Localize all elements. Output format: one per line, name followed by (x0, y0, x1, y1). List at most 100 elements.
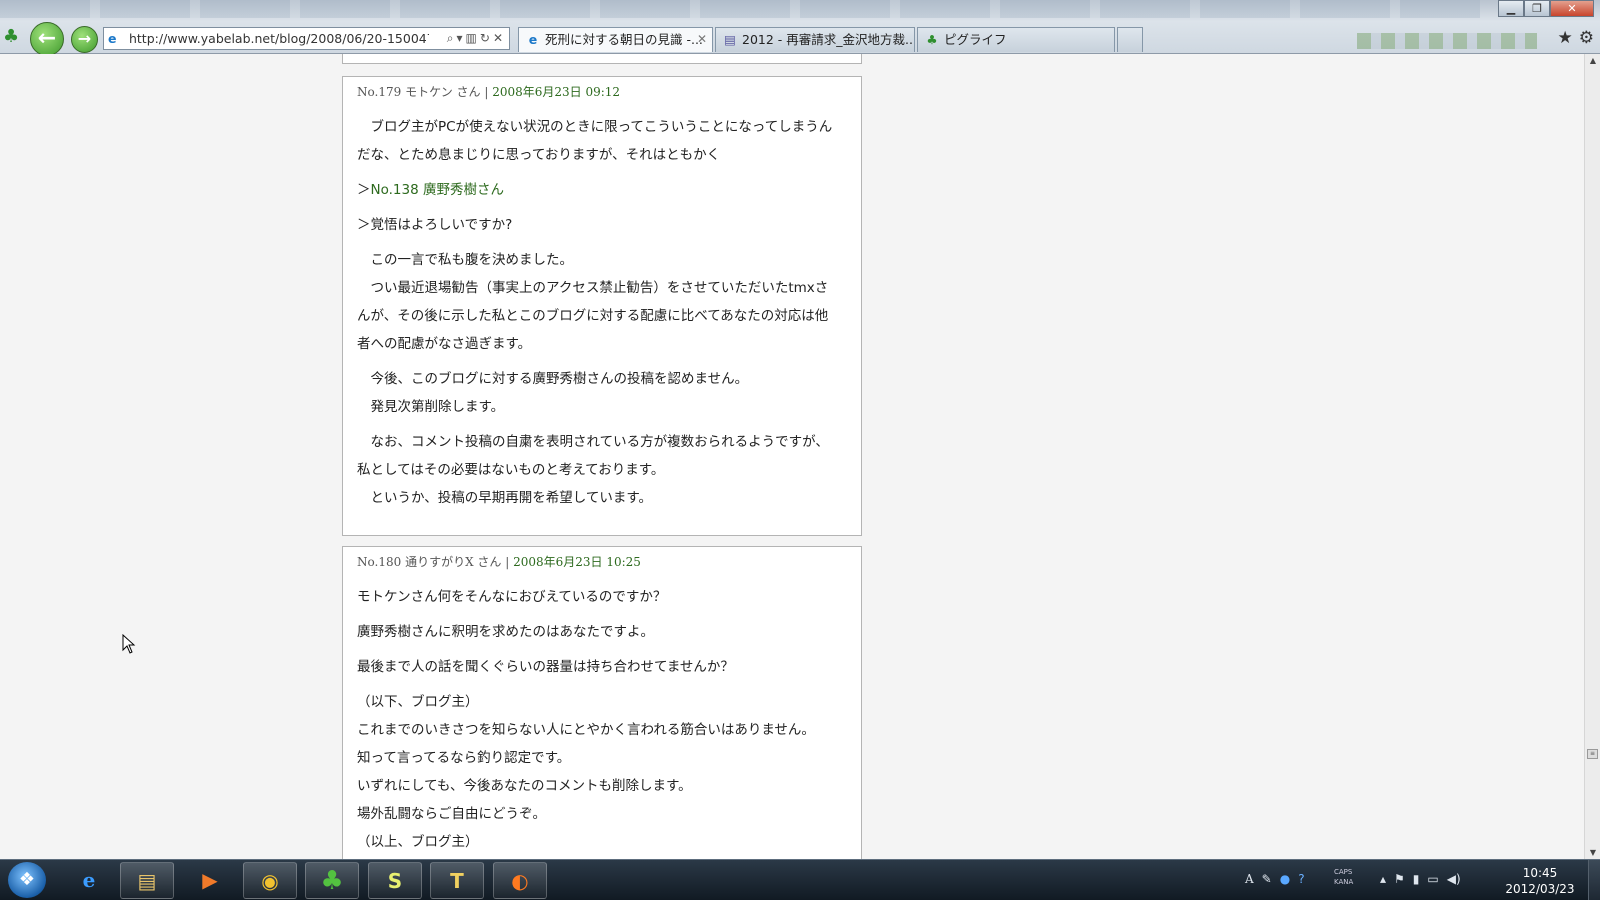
tab-title: 2012 - 再審請求_金沢地方裁... (742, 32, 915, 47)
tab-title: 死刑に対する朝日の見識 -... (545, 32, 703, 47)
address-url[interactable]: http://www.yabelab.net/blog/2008/06/20-1… (129, 28, 429, 49)
text-line: これまでのいきさつを知らない人にとやかく言われる筋合いはありません。 (357, 722, 815, 738)
close-window-button[interactable]: ✕ (1550, 0, 1594, 17)
text-line: 発見次第削除します。 (370, 399, 505, 415)
scroll-up-icon[interactable]: ▲ (1585, 56, 1600, 65)
caps-label: CAPS (1334, 868, 1353, 876)
notepad-app-icon[interactable]: T (430, 862, 484, 899)
power-icon[interactable]: ▮ (1413, 872, 1420, 886)
volume-icon[interactable]: ◀) (1447, 872, 1461, 886)
mouse-pointer-icon (122, 634, 136, 654)
paragraph: 廣野秀樹さんに釈明を求めたのはあなたですよ。 (357, 618, 848, 646)
start-button[interactable]: ❖ (8, 862, 46, 898)
minimize-button[interactable]: ▁ (1498, 0, 1524, 17)
comment-number: No.180 (357, 555, 402, 569)
comment-permalink[interactable]: 2008年6月23日 09:12 (492, 85, 620, 99)
paragraph: 今後、このブログに対する廣野秀樹さんの投稿を認めません。 発見次第削除します。 (357, 365, 848, 421)
media-player-icon[interactable]: ▶ (183, 862, 237, 899)
ime-icon[interactable]: A (1245, 872, 1254, 886)
forward-button[interactable]: → (71, 26, 98, 53)
network-icon[interactable]: ▭ (1427, 872, 1438, 886)
address-bar[interactable]: e http://www.yabelab.net/blog/2008/06/20… (103, 27, 510, 50)
comment-meta: No.179 モトケン さん | 2008年6月23日 09:12 (357, 83, 848, 100)
stop-icon[interactable]: ✕ (493, 31, 506, 45)
help-icon[interactable]: ? (1298, 872, 1304, 886)
chrome-icon[interactable]: ◉ (243, 862, 297, 899)
address-tools: ⌕▾▥↻✕ (447, 28, 506, 49)
clover-icon: ♣ (926, 32, 938, 47)
text-line: 知って言ってるなら釣り認定です。 (357, 750, 571, 766)
s-app-icon[interactable]: S (368, 862, 422, 899)
gear-icon[interactable]: ⚙ (1579, 28, 1594, 48)
text-line: ブログ主がPCが使えない状況のときに限ってこういうことになってしまうん (370, 119, 833, 135)
firefox-icon[interactable]: ◐ (493, 862, 547, 899)
caps-kana-indicator: CAPS KANA (1334, 867, 1353, 887)
paragraph: ブログ主がPCが使えない状況のときに限ってこういうことになってしまうん だな、と… (357, 113, 848, 169)
text-line: 今後、このブログに対する廣野秀樹さんの投稿を認めません。 (370, 371, 749, 387)
text-line: ＞覚悟はよろしいですか? (357, 217, 513, 233)
tab-piglife[interactable]: ♣ ピグライフ (917, 27, 1115, 52)
ie-page-icon: e (108, 31, 117, 46)
paragraph: ＞No.138 廣野秀樹さん (357, 176, 848, 204)
tools-icon[interactable]: ✎ (1262, 872, 1272, 886)
comment-179: No.179 モトケン さん | 2008年6月23日 09:12 ブログ主がP… (342, 76, 862, 536)
paragraph: ＞覚悟はよろしいですか? (357, 211, 848, 239)
file-explorer-icon[interactable]: ▤ (120, 862, 174, 899)
paragraph: この一言で私も腹を決めました。 つい最近退場勧告（事実上のアクセス禁止勧告）をさ… (357, 246, 848, 358)
paragraph: 最後まで人の話を聞くぐらいの器量は持ち合わせてませんか？ (357, 653, 848, 681)
document-icon: ▤ (724, 32, 736, 47)
compat-view-icon[interactable]: ▥ (466, 31, 480, 45)
comment-permalink[interactable]: 2008年6月23日 10:25 (513, 555, 641, 569)
extension-icons (1357, 33, 1537, 49)
paragraph: モトケンさん何をそんなにおびえているのですか？ (357, 583, 848, 611)
show-hidden-icons-icon[interactable]: ▴ (1380, 872, 1386, 886)
text-line: 廣野秀樹さんに釈明を求めたのはあなたですよ。 (357, 624, 654, 640)
internet-explorer-icon[interactable]: e (62, 862, 116, 899)
window-controls: ▁ ❐ ✕ (1498, 0, 1594, 17)
page-content: No.179 モトケン さん | 2008年6月23日 09:12 ブログ主がP… (0, 54, 1584, 859)
browser-tools: ★ ⚙ (1558, 28, 1595, 48)
tab-title: ピグライフ (944, 32, 1007, 47)
comment-author: 通りすがりX さん (405, 555, 502, 569)
scroll-down-icon[interactable]: ▼ (1585, 848, 1600, 857)
clover-app-icon[interactable]: ♣ (305, 862, 359, 899)
quote-prefix: ＞ (357, 182, 371, 198)
vertical-scrollbar[interactable]: ▲ ≡ ▼ (1584, 54, 1600, 859)
taskbar-thumbnails-strip (0, 0, 1480, 18)
comment-number: No.179 (357, 85, 402, 99)
kana-label: KANA (1334, 878, 1354, 886)
dropdown-icon[interactable]: ▾ (457, 31, 466, 45)
close-tab-icon[interactable]: ✕ (697, 28, 707, 51)
ie-page-icon: e (528, 32, 538, 47)
clock[interactable]: 10:45 2012/03/23 (1505, 865, 1575, 897)
meta-separator: | (480, 85, 493, 99)
tab-active[interactable]: e 死刑に対する朝日の見識 -... ✕ (518, 27, 713, 52)
tab-document[interactable]: ▤ 2012 - 再審請求_金沢地方裁... (715, 27, 915, 52)
text-line: モトケンさん何をそんなにおびえているのですか？ (357, 589, 667, 605)
clock-time: 10:45 (1522, 866, 1558, 880)
favorites-star-icon[interactable]: ★ (1558, 28, 1573, 48)
refresh-icon[interactable]: ↻ (480, 31, 493, 45)
text-line: いずれにしても、今後あなたのコメントも削除します。 (357, 778, 692, 794)
comment-reference-link[interactable]: No.138 廣野秀樹さん (371, 182, 504, 198)
scroll-thumb[interactable]: ≡ (1587, 749, 1598, 759)
paragraph: なお、コメント投稿の自粛を表明されている方が複数おられるようですが、 私としては… (357, 428, 848, 512)
network-globe-icon[interactable]: ● (1280, 872, 1290, 886)
text-line: この一言で私も腹を決めました。 (370, 252, 574, 268)
text-line: 私としてはその必要はないものと考えております。 (357, 462, 665, 478)
show-desktop-button[interactable] (1588, 860, 1600, 900)
text-line: 最後まで人の話を聞くぐらいの器量は持ち合わせてませんか？ (357, 659, 734, 675)
back-button[interactable]: ← (30, 22, 64, 56)
system-tray: A ✎ ● ? (1245, 872, 1305, 886)
text-line: 者への配慮がなさ過ぎます。 (357, 336, 532, 352)
comment-author: モトケン さん (405, 85, 481, 99)
restore-button[interactable]: ❐ (1524, 0, 1550, 17)
action-center-flag-icon[interactable]: ⚑ (1394, 872, 1405, 886)
new-tab-button[interactable] (1117, 27, 1143, 52)
search-icon[interactable]: ⌕ (447, 31, 457, 45)
clover-addon-icon[interactable]: ♣ (3, 27, 23, 47)
text-line: なお、コメント投稿の自粛を表明されている方が複数おられるようですが、 (370, 434, 829, 450)
text-line: つい最近退場勧告（事実上のアクセス禁止勧告）をさせていただいたtmxさ (370, 280, 829, 296)
comment-180: No.180 通りすがりX さん | 2008年6月23日 10:25 モトケン… (342, 546, 862, 859)
text-line: 場外乱闘ならご自由にどうぞ。 (357, 806, 546, 822)
